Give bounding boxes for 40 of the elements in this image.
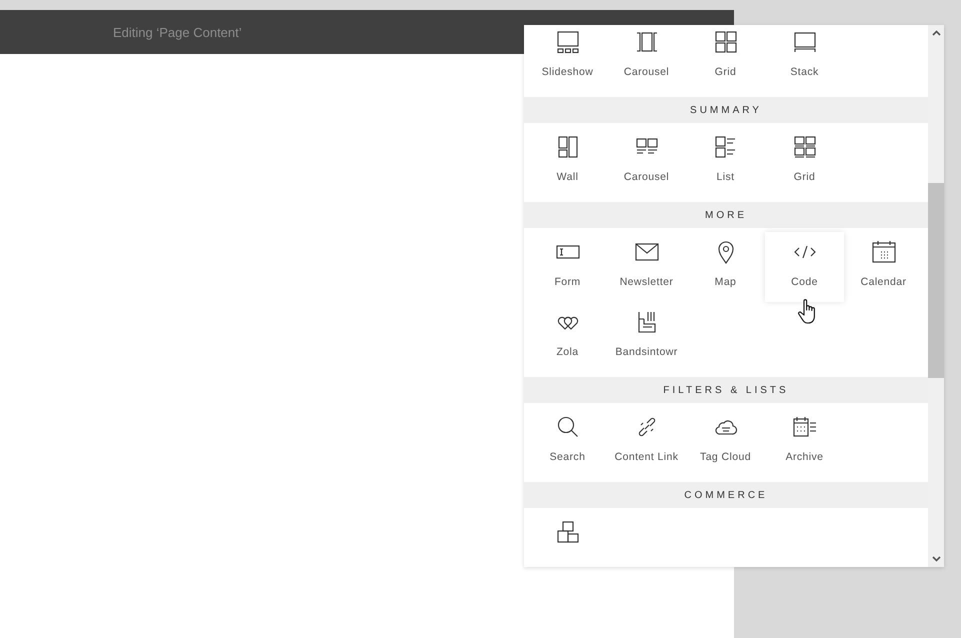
archive-icon xyxy=(792,415,816,439)
wall-icon xyxy=(556,135,580,159)
block-item[interactable]: Zola xyxy=(528,302,607,372)
block-item[interactable]: Map xyxy=(686,232,765,302)
stack-icon xyxy=(792,30,816,54)
block-item[interactable]: Grid xyxy=(686,25,765,92)
calendar-icon xyxy=(872,240,896,264)
search-icon xyxy=(556,415,580,439)
block-item[interactable]: Stack xyxy=(765,25,844,92)
grid-icon xyxy=(714,30,738,54)
slideshow-icon xyxy=(556,30,580,54)
block-item[interactable]: Content Link xyxy=(607,407,686,477)
boxes-icon xyxy=(556,520,580,544)
block-item[interactable]: Form xyxy=(528,232,607,302)
editor-title: Editing ‘Page Content’ xyxy=(113,24,242,40)
carousel-icon xyxy=(634,30,658,54)
block-item[interactable]: Slideshow xyxy=(528,25,607,92)
block-item[interactable]: Code xyxy=(765,232,844,302)
block-item[interactable]: Bandsintowr xyxy=(607,302,686,372)
block-item[interactable]: Archive xyxy=(765,407,844,477)
section-header: SUMMARY xyxy=(524,97,928,123)
block-item[interactable]: Carousel xyxy=(607,127,686,197)
block-item[interactable]: Grid xyxy=(765,127,844,197)
section-header: COMMERCE xyxy=(524,482,928,508)
scrollbar-thumb[interactable] xyxy=(928,183,944,378)
scroll-up-icon[interactable] xyxy=(932,30,940,36)
block-item[interactable]: Wall xyxy=(528,127,607,197)
block-item[interactable]: Tag Cloud xyxy=(686,407,765,477)
scrollbar[interactable] xyxy=(928,25,944,567)
hand-cursor-icon xyxy=(798,298,816,324)
block-item[interactable]: Calendar xyxy=(844,232,923,302)
section-header: MORE xyxy=(524,202,928,228)
grid-icon xyxy=(792,135,816,159)
block-item[interactable]: Search xyxy=(528,407,607,477)
list-icon xyxy=(714,135,738,159)
section-header: FILTERS & LISTS xyxy=(524,377,928,403)
block-item[interactable]: Newsletter xyxy=(607,232,686,302)
block-item[interactable]: List xyxy=(686,127,765,197)
scroll-down-icon[interactable] xyxy=(932,556,940,562)
block-item[interactable]: Carousel xyxy=(607,25,686,92)
